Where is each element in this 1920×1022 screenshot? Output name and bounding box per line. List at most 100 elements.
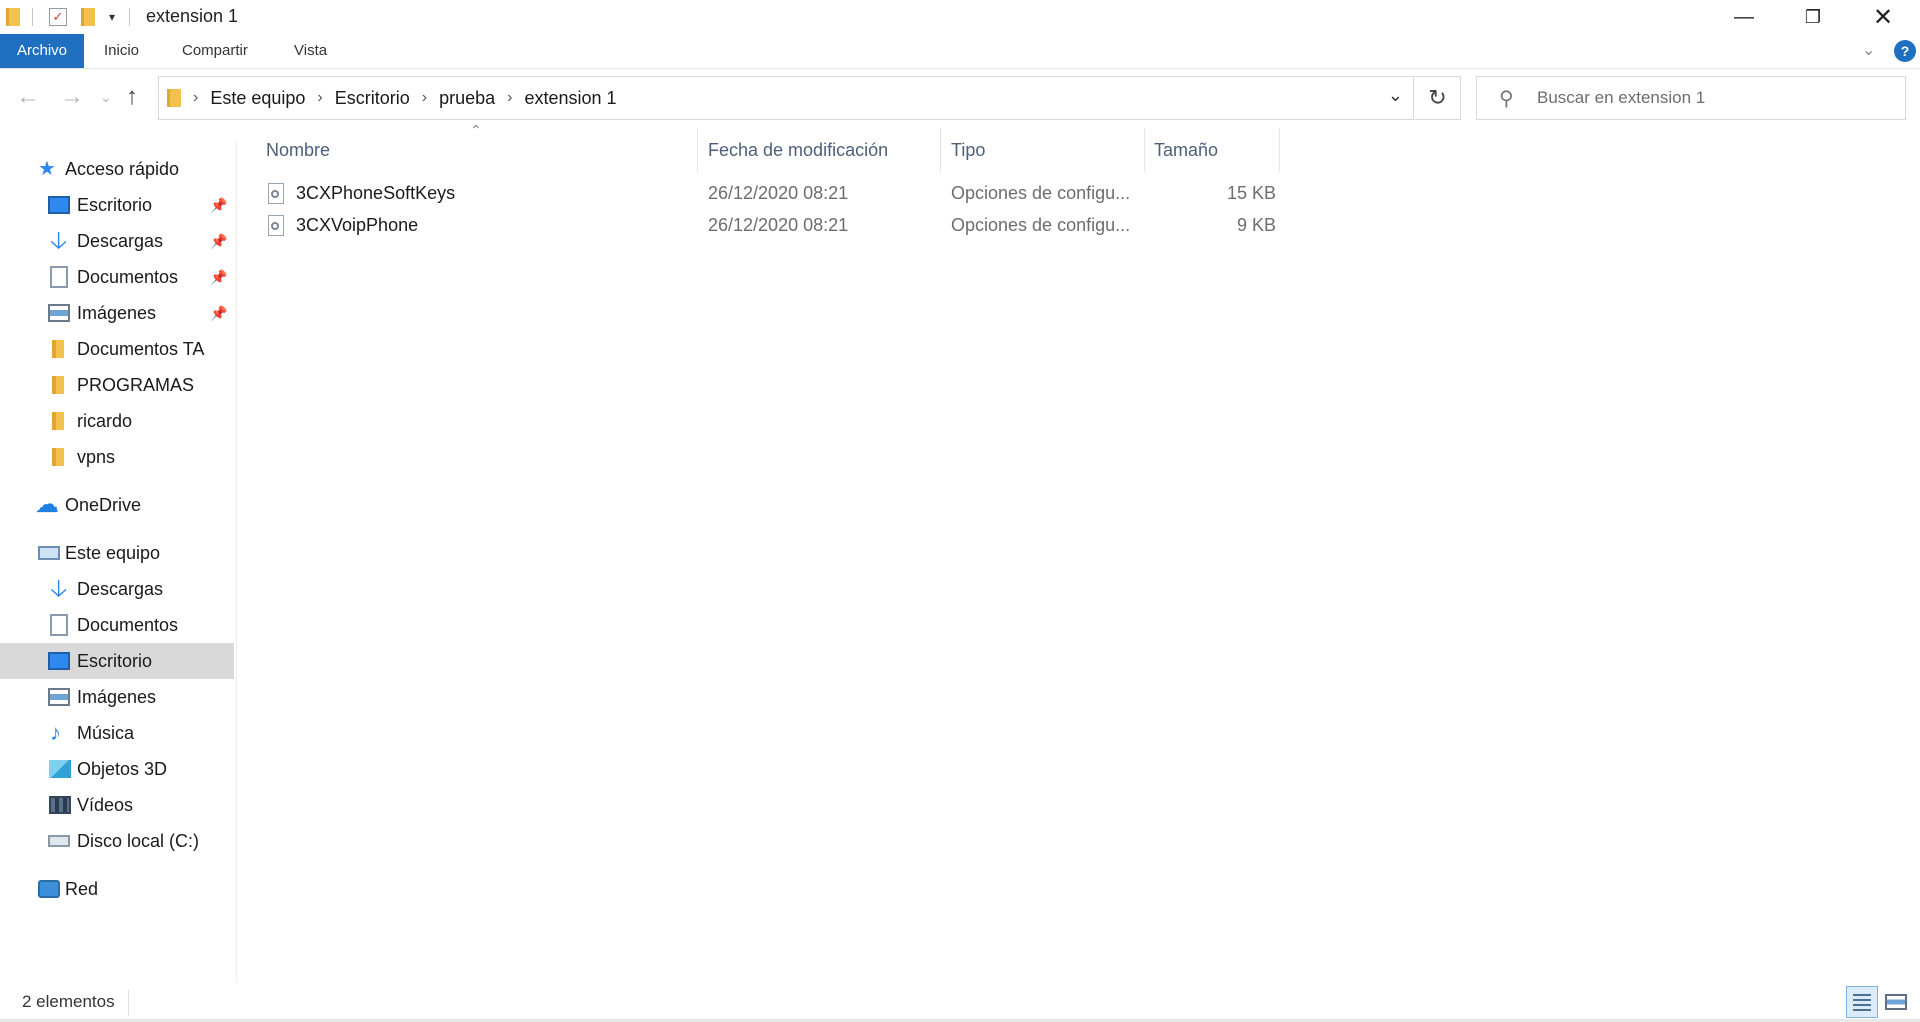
sidebar-item-ricardo[interactable]: ricardo [0,403,234,439]
customize-toolbar-icon[interactable]: ▾ [109,10,115,24]
refresh-icon[interactable]: ↻ [1415,76,1461,120]
tab-vista[interactable]: Vista [282,34,339,68]
network-icon [38,880,60,898]
tab-archivo[interactable]: Archivo [0,34,84,68]
file-name: 3CXPhoneSoftKeys [296,183,456,203]
sidebar-item-onedrive[interactable]: ☁ OneDrive [0,487,234,523]
pin-icon[interactable]: 📌 [210,269,227,286]
chevron-right-icon[interactable]: › [317,89,322,107]
sidebar-item-imagenes-pinned[interactable]: Imágenes 📌 [0,295,234,331]
sidebar-item-label: ricardo [77,410,133,431]
column-divider[interactable] [697,128,698,172]
sidebar-item-este-equipo[interactable]: Este equipo [0,535,234,571]
sidebar-item-programas[interactable]: PROGRAMAS [0,367,234,403]
music-icon: ♪ [50,720,61,745]
new-folder-icon[interactable] [81,8,95,26]
sidebar-item-objetos-3d[interactable]: Objetos 3D [0,751,234,787]
sidebar-item-descargas-pinned[interactable]: 🡣 Descargas 📌 [0,223,234,259]
chevron-right-icon[interactable]: › [507,89,512,107]
sidebar-item-documentos[interactable]: Documentos [0,607,234,643]
up-icon[interactable]: ↑ [126,82,138,112]
column-header-fecha[interactable]: Fecha de modificación [708,128,938,172]
file-type: Opciones de configu... [951,215,1131,235]
details-view-icon[interactable] [1846,986,1878,1018]
address-bar[interactable]: › Este equipo › Escritorio › prueba › ex… [158,76,1414,120]
tab-compartir[interactable]: Compartir [170,34,260,68]
search-box[interactable]: ⚲ [1476,76,1906,120]
chevron-right-icon[interactable]: › [193,89,198,107]
file-type: Opciones de configu... [951,183,1131,203]
properties-icon[interactable]: ✓ [49,8,67,26]
breadcrumb-extension-1[interactable]: extension 1 [524,88,616,109]
folder-icon [52,376,64,394]
sidebar-item-label: Música [77,722,135,743]
breadcrumb-este-equipo[interactable]: Este equipo [210,88,305,109]
column-header-tamano[interactable]: Tamaño [1154,128,1274,172]
sidebar-item-label: Este equipo [65,542,161,563]
sidebar-item-label: Disco local (C:) [77,830,200,851]
column-header-tipo[interactable]: Tipo [951,128,1141,172]
ribbon: Archivo Inicio Compartir Vista ⌄ ? [0,34,1920,69]
forward-icon[interactable]: → [60,82,84,112]
expand-ribbon-icon[interactable]: ⌄ [1862,40,1875,60]
sidebar-item-descargas[interactable]: 🡣 Descargas [0,571,234,607]
help-icon[interactable]: ? [1894,40,1916,62]
sidebar-item-documentos-ta[interactable]: Documentos TA [0,331,234,367]
sidebar-item-label: Vídeos [77,794,134,815]
sidebar-item-label: Documentos TA [77,338,205,359]
sidebar-item-acceso-rapido[interactable]: ★ Acceso rápido [0,151,234,187]
column-divider[interactable] [940,128,941,172]
address-dropdown-icon[interactable]: ⌄ [1388,85,1403,106]
sidebar-item-videos[interactable]: Vídeos [0,787,234,823]
image-icon [48,688,70,706]
config-file-icon [268,183,284,204]
file-name: 3CXVoipPhone [296,215,419,235]
file-modified: 26/12/2020 08:21 [708,215,849,235]
search-icon: ⚲ [1499,88,1514,110]
sidebar-item-musica[interactable]: ♪ Música [0,715,234,751]
minimize-icon[interactable]: — [1709,0,1779,34]
sidebar-item-vpns[interactable]: vpns [0,439,234,475]
sidebar-item-label: Acceso rápido [65,158,180,179]
sidebar-item-label: Descargas [77,230,164,251]
tab-inicio[interactable]: Inicio [92,34,151,68]
sidebar-item-imagenes[interactable]: Imágenes [0,679,234,715]
column-divider[interactable] [1279,128,1280,172]
column-divider[interactable] [1144,128,1145,172]
config-file-icon [268,215,284,236]
desktop-icon [48,652,70,670]
folder-icon [52,340,64,358]
title-bar: ✓ ▾ extension 1 — ❐ ✕ [0,0,1920,34]
column-header-nombre[interactable]: Nombre [266,128,692,172]
table-row[interactable]: 3CXPhoneSoftKeys 26/12/2020 08:21 Opcion… [266,179,1276,211]
chevron-right-icon[interactable]: › [422,89,427,107]
restore-icon[interactable]: ❐ [1778,0,1848,34]
sidebar-item-escritorio-pinned[interactable]: Escritorio 📌 [0,187,234,223]
breadcrumb-prueba[interactable]: prueba [439,88,495,109]
back-icon[interactable]: ← [16,82,40,112]
large-icons-view-icon[interactable] [1880,986,1912,1018]
folder-icon [6,8,20,26]
sidebar-item-label: vpns [77,446,116,467]
item-count: 2 elementos [22,992,115,1011]
divider [32,8,33,26]
recent-locations-icon[interactable]: ⌄ [100,82,112,112]
sidebar-item-documentos-pinned[interactable]: Documentos 📌 [0,259,234,295]
pin-icon[interactable]: 📌 [210,197,227,214]
file-size: 9 KB [1236,215,1276,235]
breadcrumb-escritorio[interactable]: Escritorio [335,88,410,109]
pin-icon[interactable]: 📌 [210,233,227,250]
sidebar-item-escritorio[interactable]: Escritorio [0,643,234,679]
document-icon [50,614,68,636]
sidebar-item-red[interactable]: Red [0,871,234,907]
pin-icon[interactable]: 📌 [210,305,227,322]
close-icon[interactable]: ✕ [1848,0,1918,34]
table-row[interactable]: 3CXVoipPhone 26/12/2020 08:21 Opciones d… [266,211,1276,243]
sidebar-item-disco-local[interactable]: Disco local (C:) [0,823,234,859]
search-input[interactable] [1535,87,1879,109]
divider [129,8,131,26]
video-icon [49,796,71,814]
sidebar-item-label: Red [65,878,99,899]
sidebar-item-label: Documentos [77,614,179,635]
sidebar-item-label: Objetos 3D [77,758,168,779]
